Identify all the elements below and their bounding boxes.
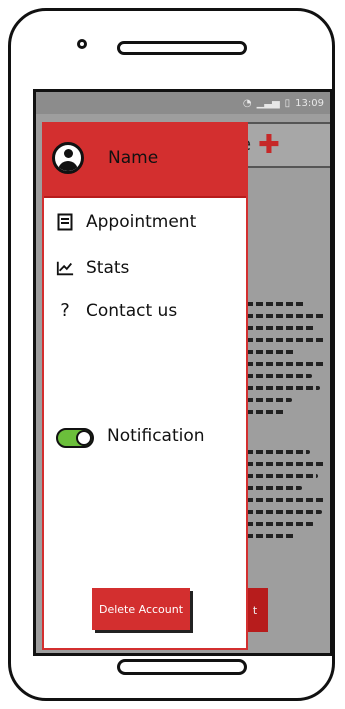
background-text-line bbox=[246, 350, 296, 354]
home-button[interactable] bbox=[117, 659, 247, 675]
navigation-drawer: Name Appointment Stats ? Contact us Noti… bbox=[42, 122, 248, 650]
notification-toggle[interactable] bbox=[56, 428, 94, 448]
drawer-header[interactable]: Name bbox=[44, 124, 246, 198]
plus-icon: ✚ bbox=[258, 130, 280, 160]
toggle-knob bbox=[76, 430, 92, 446]
status-bar: ◔ ▁▃▅ ▯ 13:09 bbox=[36, 92, 330, 114]
wifi-icon: ◔ bbox=[242, 97, 252, 109]
book-icon bbox=[56, 213, 74, 231]
user-name[interactable]: Name bbox=[108, 148, 158, 168]
background-text-line bbox=[246, 302, 306, 306]
menu-item-stats[interactable]: Stats bbox=[56, 258, 129, 278]
status-time: 13:09 bbox=[295, 97, 324, 109]
background-text-line bbox=[246, 522, 314, 526]
battery-icon: ▯ bbox=[284, 97, 291, 109]
menu-item-label: Contact us bbox=[86, 300, 178, 321]
background-text-line bbox=[246, 534, 296, 538]
menu-item-appointment[interactable]: Appointment bbox=[56, 212, 196, 232]
user-avatar-icon[interactable] bbox=[52, 142, 84, 174]
signal-icon: ▁▃▅ bbox=[256, 97, 280, 109]
background-button-label: t bbox=[252, 603, 258, 617]
phone-frame: ◔ ▁▃▅ ▯ 13:09 e ✚ t bbox=[8, 8, 335, 701]
trend-chart-icon bbox=[56, 259, 74, 277]
avatar-body bbox=[58, 161, 78, 171]
background-text-line bbox=[246, 362, 326, 366]
avatar-head bbox=[64, 149, 73, 158]
background-text-line bbox=[246, 498, 326, 502]
background-text-line bbox=[246, 338, 326, 342]
question-icon: ? bbox=[60, 300, 70, 321]
menu-item-contact-us[interactable]: ? Contact us bbox=[56, 300, 177, 321]
background-text-line bbox=[246, 474, 318, 478]
background-text-line bbox=[246, 398, 292, 402]
background-text-line bbox=[246, 410, 286, 414]
phone-screen: ◔ ▁▃▅ ▯ 13:09 e ✚ t bbox=[33, 89, 333, 656]
menu-item-label: Appointment bbox=[86, 212, 197, 232]
background-text-line bbox=[246, 450, 310, 454]
delete-account-button[interactable]: Delete Account bbox=[92, 588, 190, 630]
background-text-line bbox=[246, 510, 322, 514]
background-text-line bbox=[246, 386, 320, 390]
background-text-line bbox=[246, 374, 312, 378]
background-header: e ✚ bbox=[236, 122, 330, 168]
background-text-line bbox=[246, 486, 302, 490]
menu-item-label: Stats bbox=[86, 258, 130, 278]
background-text-line bbox=[246, 326, 316, 330]
notification-label: Notification bbox=[107, 426, 205, 446]
background-text-line bbox=[246, 314, 326, 318]
background-text-line bbox=[246, 462, 326, 466]
camera-icon bbox=[77, 39, 87, 49]
speaker-grille bbox=[117, 41, 247, 55]
